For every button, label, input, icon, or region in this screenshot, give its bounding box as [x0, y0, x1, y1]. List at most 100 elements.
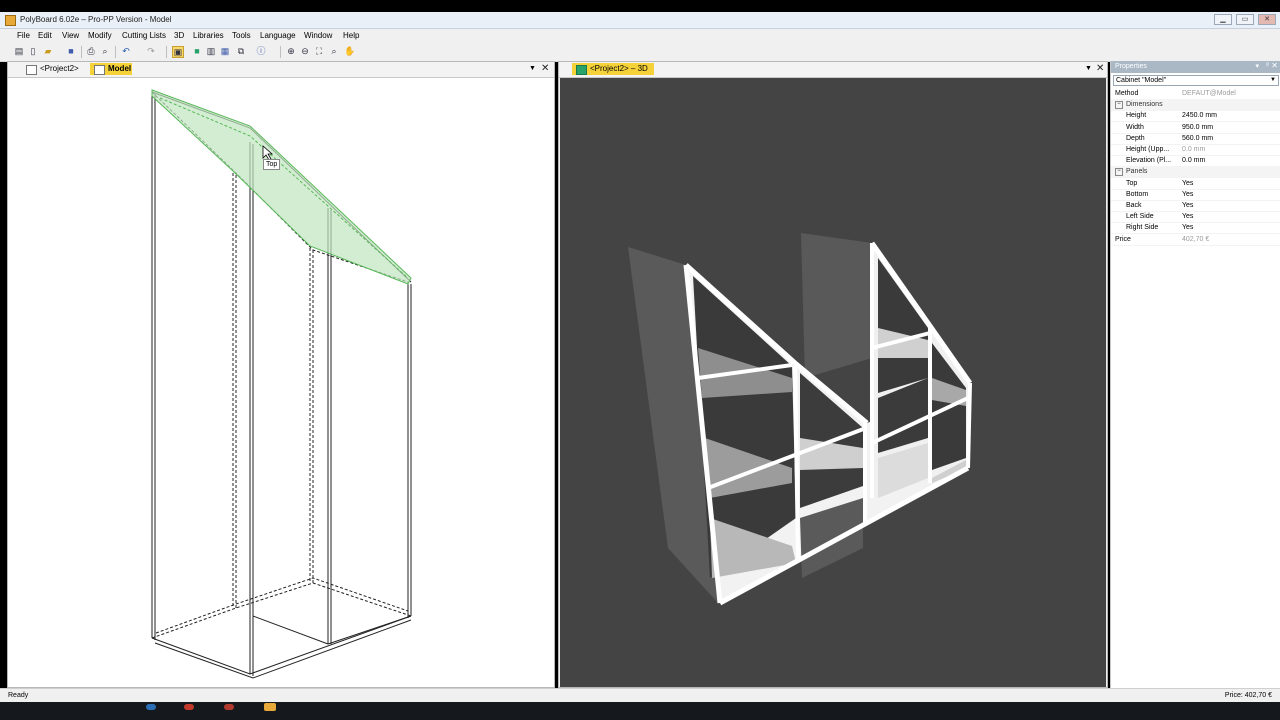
- menu-edit[interactable]: Edit: [38, 31, 52, 40]
- property-row[interactable]: Height (Upp... 0.0 mm: [1111, 144, 1280, 156]
- menu-help[interactable]: Help: [343, 31, 359, 40]
- 3d-icon: [576, 65, 587, 75]
- property-value[interactable]: 560.0 mm: [1182, 133, 1213, 144]
- close-tab-icon[interactable]: ✕: [1096, 62, 1104, 75]
- toolbar: ▤ ▯ ▰ ■ ⎙ ⌕ ↶ ↷ ▣ ■ ▥ ▦ ⧉ ⓘ ⊕ ⊖ ⛶ ⌕ ✋: [0, 43, 1280, 62]
- cabinet-icon[interactable]: ■: [192, 46, 202, 56]
- save-icon[interactable]: ■: [66, 46, 76, 56]
- left-tab-bar: <Project2> Model ▼ ✕: [8, 62, 554, 78]
- zoom-out-icon[interactable]: ⊖: [300, 46, 310, 56]
- 3d-view-pane: <Project2> – 3D ▼ ✕: [558, 61, 1108, 688]
- menu-modify[interactable]: Modify: [88, 31, 112, 40]
- collapse-icon[interactable]: −: [1115, 101, 1123, 110]
- property-value[interactable]: Yes: [1182, 211, 1193, 222]
- property-value[interactable]: 2450.0 mm: [1182, 110, 1217, 121]
- close-tab-icon[interactable]: ✕: [541, 62, 549, 75]
- property-value[interactable]: Yes: [1182, 178, 1193, 189]
- zoom-in-icon[interactable]: ⊕: [286, 46, 296, 56]
- 3d-render-viewport[interactable]: [560, 78, 1106, 687]
- taskbar-app-icon[interactable]: [146, 704, 156, 710]
- taskbar-app-icon[interactable]: [224, 704, 234, 710]
- property-name: Elevation (Pl...: [1126, 157, 1172, 165]
- selected-top-panel[interactable]: [151, 89, 412, 285]
- property-value[interactable]: Yes: [1182, 222, 1193, 233]
- app-icon: [5, 15, 16, 26]
- taskbar-polyboard-icon[interactable]: [264, 703, 276, 711]
- menu-libraries[interactable]: Libraries: [193, 31, 224, 40]
- undo-icon[interactable]: ↶: [121, 46, 131, 56]
- property-row[interactable]: Height 2450.0 mm: [1111, 110, 1280, 123]
- minimize-button[interactable]: ▁: [1214, 14, 1232, 25]
- property-value[interactable]: DEFAUT@Model: [1182, 88, 1236, 99]
- new-file-icon[interactable]: ▯: [28, 46, 38, 56]
- property-row[interactable]: Back Yes: [1111, 200, 1280, 212]
- taskbar-app-icon[interactable]: [184, 704, 194, 710]
- object-selector[interactable]: Cabinet "Model" ▼: [1113, 75, 1279, 86]
- menu-bar: File Edit View Modify Cutting Lists 3D L…: [0, 29, 1280, 43]
- property-value[interactable]: 402,70 €: [1182, 234, 1209, 245]
- price-status: Price: 402,70 €: [1224, 692, 1272, 699]
- menu-window[interactable]: Window: [304, 31, 332, 40]
- property-row[interactable]: Bottom Yes: [1111, 189, 1280, 201]
- tab-dropdown-icon[interactable]: ▼: [1085, 65, 1092, 72]
- panel-icon[interactable]: ▥: [206, 46, 216, 56]
- property-name: Left Side: [1126, 213, 1154, 221]
- print-icon[interactable]: ⎙: [86, 46, 96, 56]
- property-row[interactable]: Left Side Yes: [1111, 211, 1280, 224]
- properties-header: Properties ▾ ᵖ ✕: [1111, 61, 1280, 73]
- property-name: Price: [1115, 235, 1131, 243]
- property-name: Right Side: [1126, 224, 1159, 232]
- property-name: Top: [1126, 179, 1138, 187]
- collapse-icon[interactable]: −: [1115, 168, 1123, 177]
- model-icon: [94, 65, 105, 75]
- menu-file[interactable]: File: [17, 31, 30, 40]
- properties-panel: Properties ▾ ᵖ ✕ Cabinet "Model" ▼ Metho…: [1110, 61, 1280, 688]
- right-tab-bar: <Project2> – 3D ▼ ✕: [559, 62, 1107, 78]
- property-group-label: Dimensions: [1126, 101, 1163, 109]
- property-value[interactable]: 0.0 mm: [1182, 144, 1205, 155]
- taskbar: [0, 702, 1280, 720]
- property-value[interactable]: 0.0 mm: [1182, 155, 1205, 166]
- zoom-extents-icon[interactable]: ⛶: [314, 46, 324, 56]
- redo-icon[interactable]: ↷: [146, 46, 156, 56]
- chevron-down-icon: ▼: [1270, 77, 1276, 83]
- close-panel-icon[interactable]: ✕: [1271, 61, 1278, 70]
- menu-cutting-lists[interactable]: Cutting Lists: [122, 31, 166, 40]
- project-icon: [26, 65, 37, 75]
- property-group[interactable]: − Panels: [1111, 166, 1280, 179]
- info-icon[interactable]: ⓘ: [256, 46, 266, 56]
- menu-language[interactable]: Language: [260, 31, 296, 40]
- maximize-button[interactable]: ▭: [1236, 14, 1254, 25]
- property-value[interactable]: 950.0 mm: [1182, 122, 1213, 133]
- tab-model[interactable]: Model: [90, 63, 132, 75]
- property-value[interactable]: Yes: [1182, 189, 1193, 200]
- property-value[interactable]: Yes: [1182, 200, 1193, 211]
- pan-hand-icon[interactable]: ✋: [344, 46, 355, 56]
- tab-project2[interactable]: <Project2>: [22, 63, 86, 75]
- open-folder-icon[interactable]: ▰: [43, 46, 53, 56]
- property-row[interactable]: Width 950.0 mm: [1111, 122, 1280, 134]
- tab-project2-3d[interactable]: <Project2> – 3D: [572, 63, 654, 75]
- select-mode-icon[interactable]: ▣: [172, 46, 184, 58]
- zoom-window-icon[interactable]: ⌕: [329, 46, 339, 56]
- new-project-icon[interactable]: ▤: [14, 46, 24, 56]
- property-row[interactable]: Right Side Yes: [1111, 222, 1280, 235]
- close-window-button[interactable]: ✕: [1258, 14, 1276, 25]
- tab-dropdown-icon[interactable]: ▼: [529, 65, 536, 72]
- render-icon[interactable]: ▦: [220, 46, 230, 56]
- layers-icon[interactable]: ⧉: [236, 46, 246, 56]
- property-row[interactable]: Depth 560.0 mm: [1111, 133, 1280, 145]
- property-row[interactable]: Top Yes: [1111, 178, 1280, 190]
- property-row[interactable]: Method DEFAUT@Model: [1111, 88, 1280, 100]
- status-bar: Ready Price: 402,70 €: [0, 688, 1280, 703]
- property-group[interactable]: − Dimensions: [1111, 99, 1280, 112]
- print-preview-icon[interactable]: ⌕: [100, 46, 110, 56]
- menu-3d[interactable]: 3D: [174, 31, 184, 40]
- property-row[interactable]: Price 402,70 €: [1111, 234, 1280, 246]
- autohide-icon[interactable]: ᵖ: [1266, 62, 1269, 69]
- menu-view[interactable]: View: [62, 31, 79, 40]
- pin-icon[interactable]: ▾: [1255, 62, 1259, 70]
- property-row[interactable]: Elevation (Pl... 0.0 mm: [1111, 155, 1280, 168]
- menu-tools[interactable]: Tools: [232, 31, 251, 40]
- cabinet-wireframe-drawing[interactable]: [8, 78, 554, 687]
